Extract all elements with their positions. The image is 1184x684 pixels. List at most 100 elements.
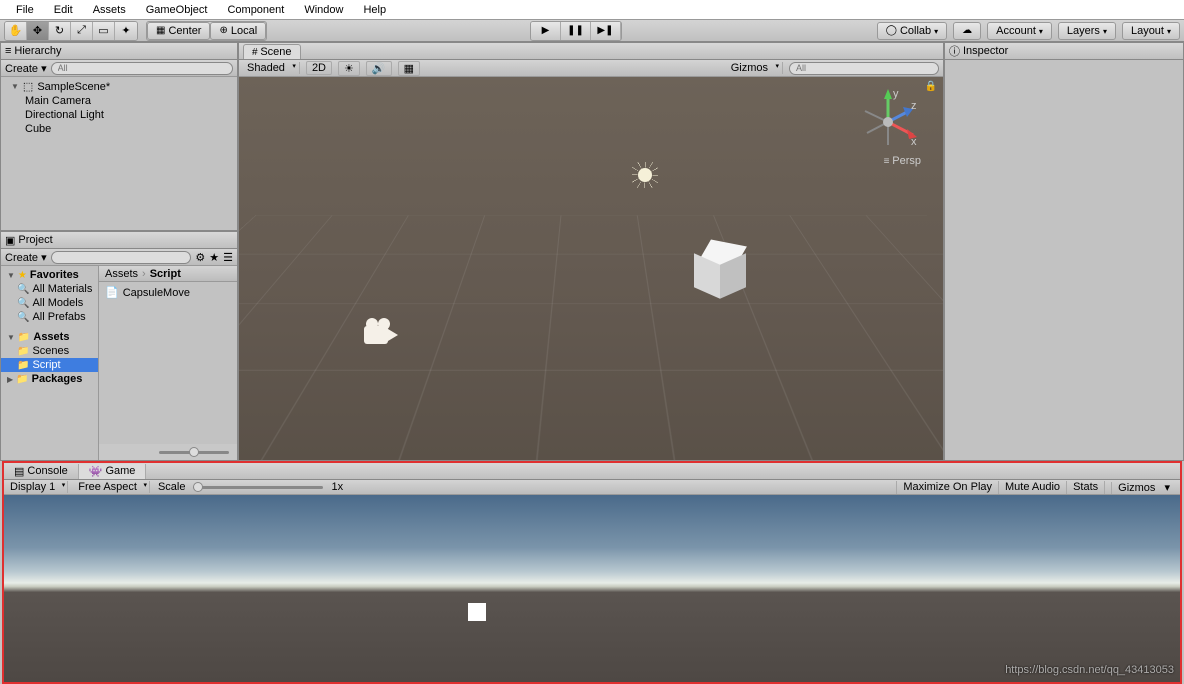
project-favorite-icon[interactable]: ★ xyxy=(209,251,219,264)
lock-icon[interactable]: 🔒 xyxy=(925,81,937,92)
game-cube-render xyxy=(468,603,486,621)
hand-tool[interactable]: ✋ xyxy=(5,22,27,40)
camera-gizmo[interactable] xyxy=(364,322,400,348)
project-header[interactable]: ▣ Project xyxy=(1,232,237,249)
svg-text:x: x xyxy=(911,136,917,148)
fav-models[interactable]: 🔍All Models xyxy=(1,296,98,310)
transform-tool[interactable]: ✦ xyxy=(115,22,137,40)
rotate-tool[interactable]: ↻ xyxy=(49,22,71,40)
account-dropdown[interactable]: Account xyxy=(987,22,1052,40)
star-icon: ★ xyxy=(18,270,27,281)
scene-tab[interactable]: # Scene xyxy=(243,44,301,59)
menu-assets[interactable]: Assets xyxy=(83,2,136,18)
mute-toggle[interactable]: Mute Audio xyxy=(998,481,1066,494)
project-search-input[interactable] xyxy=(51,251,192,264)
breadcrumb-script[interactable]: Script xyxy=(150,268,181,280)
hierarchy-header[interactable]: ≡ Hierarchy xyxy=(1,43,237,60)
folder-icon: 📁 xyxy=(17,360,29,371)
move-tool[interactable]: ✥ xyxy=(27,22,49,40)
game-viewport[interactable] xyxy=(4,495,1180,682)
pivot-local-button[interactable]: ⊕ Local xyxy=(210,22,266,40)
svg-text:y: y xyxy=(893,88,899,100)
scene-viewport[interactable]: 🔒 y x z ≡ Persp xyxy=(239,77,943,460)
step-button[interactable]: ▶❚ xyxy=(591,22,621,40)
inspector-header[interactable]: ⓘ Inspector xyxy=(945,43,1183,60)
menu-window[interactable]: Window xyxy=(294,2,353,18)
fx-toggle[interactable]: ▦ xyxy=(398,61,420,76)
gizmos-dropdown[interactable]: Gizmos xyxy=(727,62,783,74)
hierarchy-tree[interactable]: ▼⬚SampleScene* Main Camera Directional L… xyxy=(1,77,237,230)
2d-toggle[interactable]: 2D xyxy=(306,61,332,75)
rect-tool[interactable]: ▭ xyxy=(93,22,115,40)
audio-toggle[interactable]: 🔊 xyxy=(366,61,392,76)
game-tab[interactable]: 👾Game xyxy=(79,464,147,479)
assets-folder[interactable]: ▼📁Assets xyxy=(1,330,98,344)
fav-prefabs[interactable]: 🔍All Prefabs xyxy=(1,310,98,324)
hierarchy-create-dropdown[interactable]: Create ▾ xyxy=(5,62,47,75)
packages-folder[interactable]: ▶📁Packages xyxy=(1,372,98,386)
project-panel: ▣ Project Create ▾ ⚙ ★ ☰ ▼★Favorites 🔍Al… xyxy=(0,231,238,461)
hierarchy-icon: ≡ xyxy=(5,45,11,57)
project-filter-icon[interactable]: ⚙ xyxy=(195,251,205,264)
hierarchy-item-cube[interactable]: Cube xyxy=(1,122,237,136)
hierarchy-item-camera[interactable]: Main Camera xyxy=(1,94,237,108)
menu-file[interactable]: File xyxy=(6,2,44,18)
menu-component[interactable]: Component xyxy=(217,2,294,18)
project-create-dropdown[interactable]: Create ▾ xyxy=(5,251,47,264)
stats-toggle[interactable]: Stats xyxy=(1066,481,1104,494)
light-toggle[interactable]: ☀ xyxy=(338,61,360,76)
hierarchy-search-input[interactable] xyxy=(51,62,233,75)
scene-panel: # Scene Shaded 2D ☀ 🔊 ▦ Gizmos 🔒 xyxy=(238,42,944,461)
play-button[interactable]: ▶ xyxy=(531,22,561,40)
unity-icon: ⬚ xyxy=(23,80,33,93)
watermark-text: https://blog.csdn.net/qq_43413053 xyxy=(1005,664,1174,676)
cube-object[interactable] xyxy=(694,247,744,297)
pivot-center-button[interactable]: ▦ Center xyxy=(147,22,210,40)
transform-tools: ✋ ✥ ↻ ⤢ ▭ ✦ xyxy=(4,21,138,41)
project-icon: ▣ xyxy=(5,234,15,247)
persp-label[interactable]: ≡ Persp xyxy=(884,155,921,167)
project-zoom-slider[interactable] xyxy=(159,451,229,454)
layers-dropdown[interactable]: Layers xyxy=(1058,22,1116,40)
main-toolbar: ✋ ✥ ↻ ⤢ ▭ ✦ ▦ Center ⊕ Local ▶ ❚❚ ▶❚ ◯ C… xyxy=(0,20,1184,42)
game-panel: ▤Console 👾Game Display 1 Free Aspect Sca… xyxy=(2,461,1182,684)
scene-search-input[interactable] xyxy=(789,62,939,75)
menu-edit[interactable]: Edit xyxy=(44,2,83,18)
hierarchy-panel: ≡ Hierarchy Create ▾ ▼⬚SampleScene* Main… xyxy=(0,42,238,231)
scale-slider[interactable] xyxy=(193,486,323,489)
game-gizmos-dropdown[interactable]: Gizmos ▾ xyxy=(1104,481,1176,494)
inspector-title: Inspector xyxy=(963,45,1008,57)
script-folder[interactable]: 📁Script xyxy=(1,358,98,372)
fav-materials[interactable]: 🔍All Materials xyxy=(1,282,98,296)
project-hidden-icon[interactable]: ☰ xyxy=(223,251,233,264)
pause-button[interactable]: ❚❚ xyxy=(561,22,591,40)
favorites-folder[interactable]: ▼★Favorites xyxy=(1,268,98,282)
pivot-group: ▦ Center ⊕ Local xyxy=(146,21,267,41)
project-file-list[interactable]: 📄CapsuleMove xyxy=(99,282,237,444)
display-dropdown[interactable]: Display 1 xyxy=(8,481,68,493)
scenes-folder[interactable]: 📁Scenes xyxy=(1,344,98,358)
collab-dropdown[interactable]: ◯ Collab xyxy=(877,22,947,40)
orientation-gizmo[interactable]: y x z xyxy=(853,87,923,157)
search-icon: 🔍 xyxy=(17,312,29,323)
inspector-panel: ⓘ Inspector xyxy=(944,42,1184,461)
file-capsulemove[interactable]: 📄CapsuleMove xyxy=(101,284,235,301)
menu-gameobject[interactable]: GameObject xyxy=(136,2,218,18)
scale-tool[interactable]: ⤢ xyxy=(71,22,93,40)
shading-dropdown[interactable]: Shaded xyxy=(243,62,300,74)
folder-icon: 📁 xyxy=(17,346,29,357)
aspect-dropdown[interactable]: Free Aspect xyxy=(76,481,150,493)
cloud-button[interactable]: ☁ xyxy=(953,22,981,40)
project-tree[interactable]: ▼★Favorites 🔍All Materials 🔍All Models 🔍… xyxy=(1,266,99,460)
folder-icon: 📁 xyxy=(16,374,28,385)
scale-label: Scale xyxy=(158,481,186,493)
console-tab[interactable]: ▤Console xyxy=(4,464,79,479)
directional-light-gizmo[interactable] xyxy=(632,162,658,188)
menu-help[interactable]: Help xyxy=(353,2,396,18)
hierarchy-item-light[interactable]: Directional Light xyxy=(1,108,237,122)
breadcrumb-assets[interactable]: Assets xyxy=(105,268,138,280)
maximize-toggle[interactable]: Maximize On Play xyxy=(896,481,998,494)
scene-root[interactable]: ▼⬚SampleScene* xyxy=(1,79,237,94)
search-icon: 🔍 xyxy=(17,284,29,295)
layout-dropdown[interactable]: Layout xyxy=(1122,22,1180,40)
